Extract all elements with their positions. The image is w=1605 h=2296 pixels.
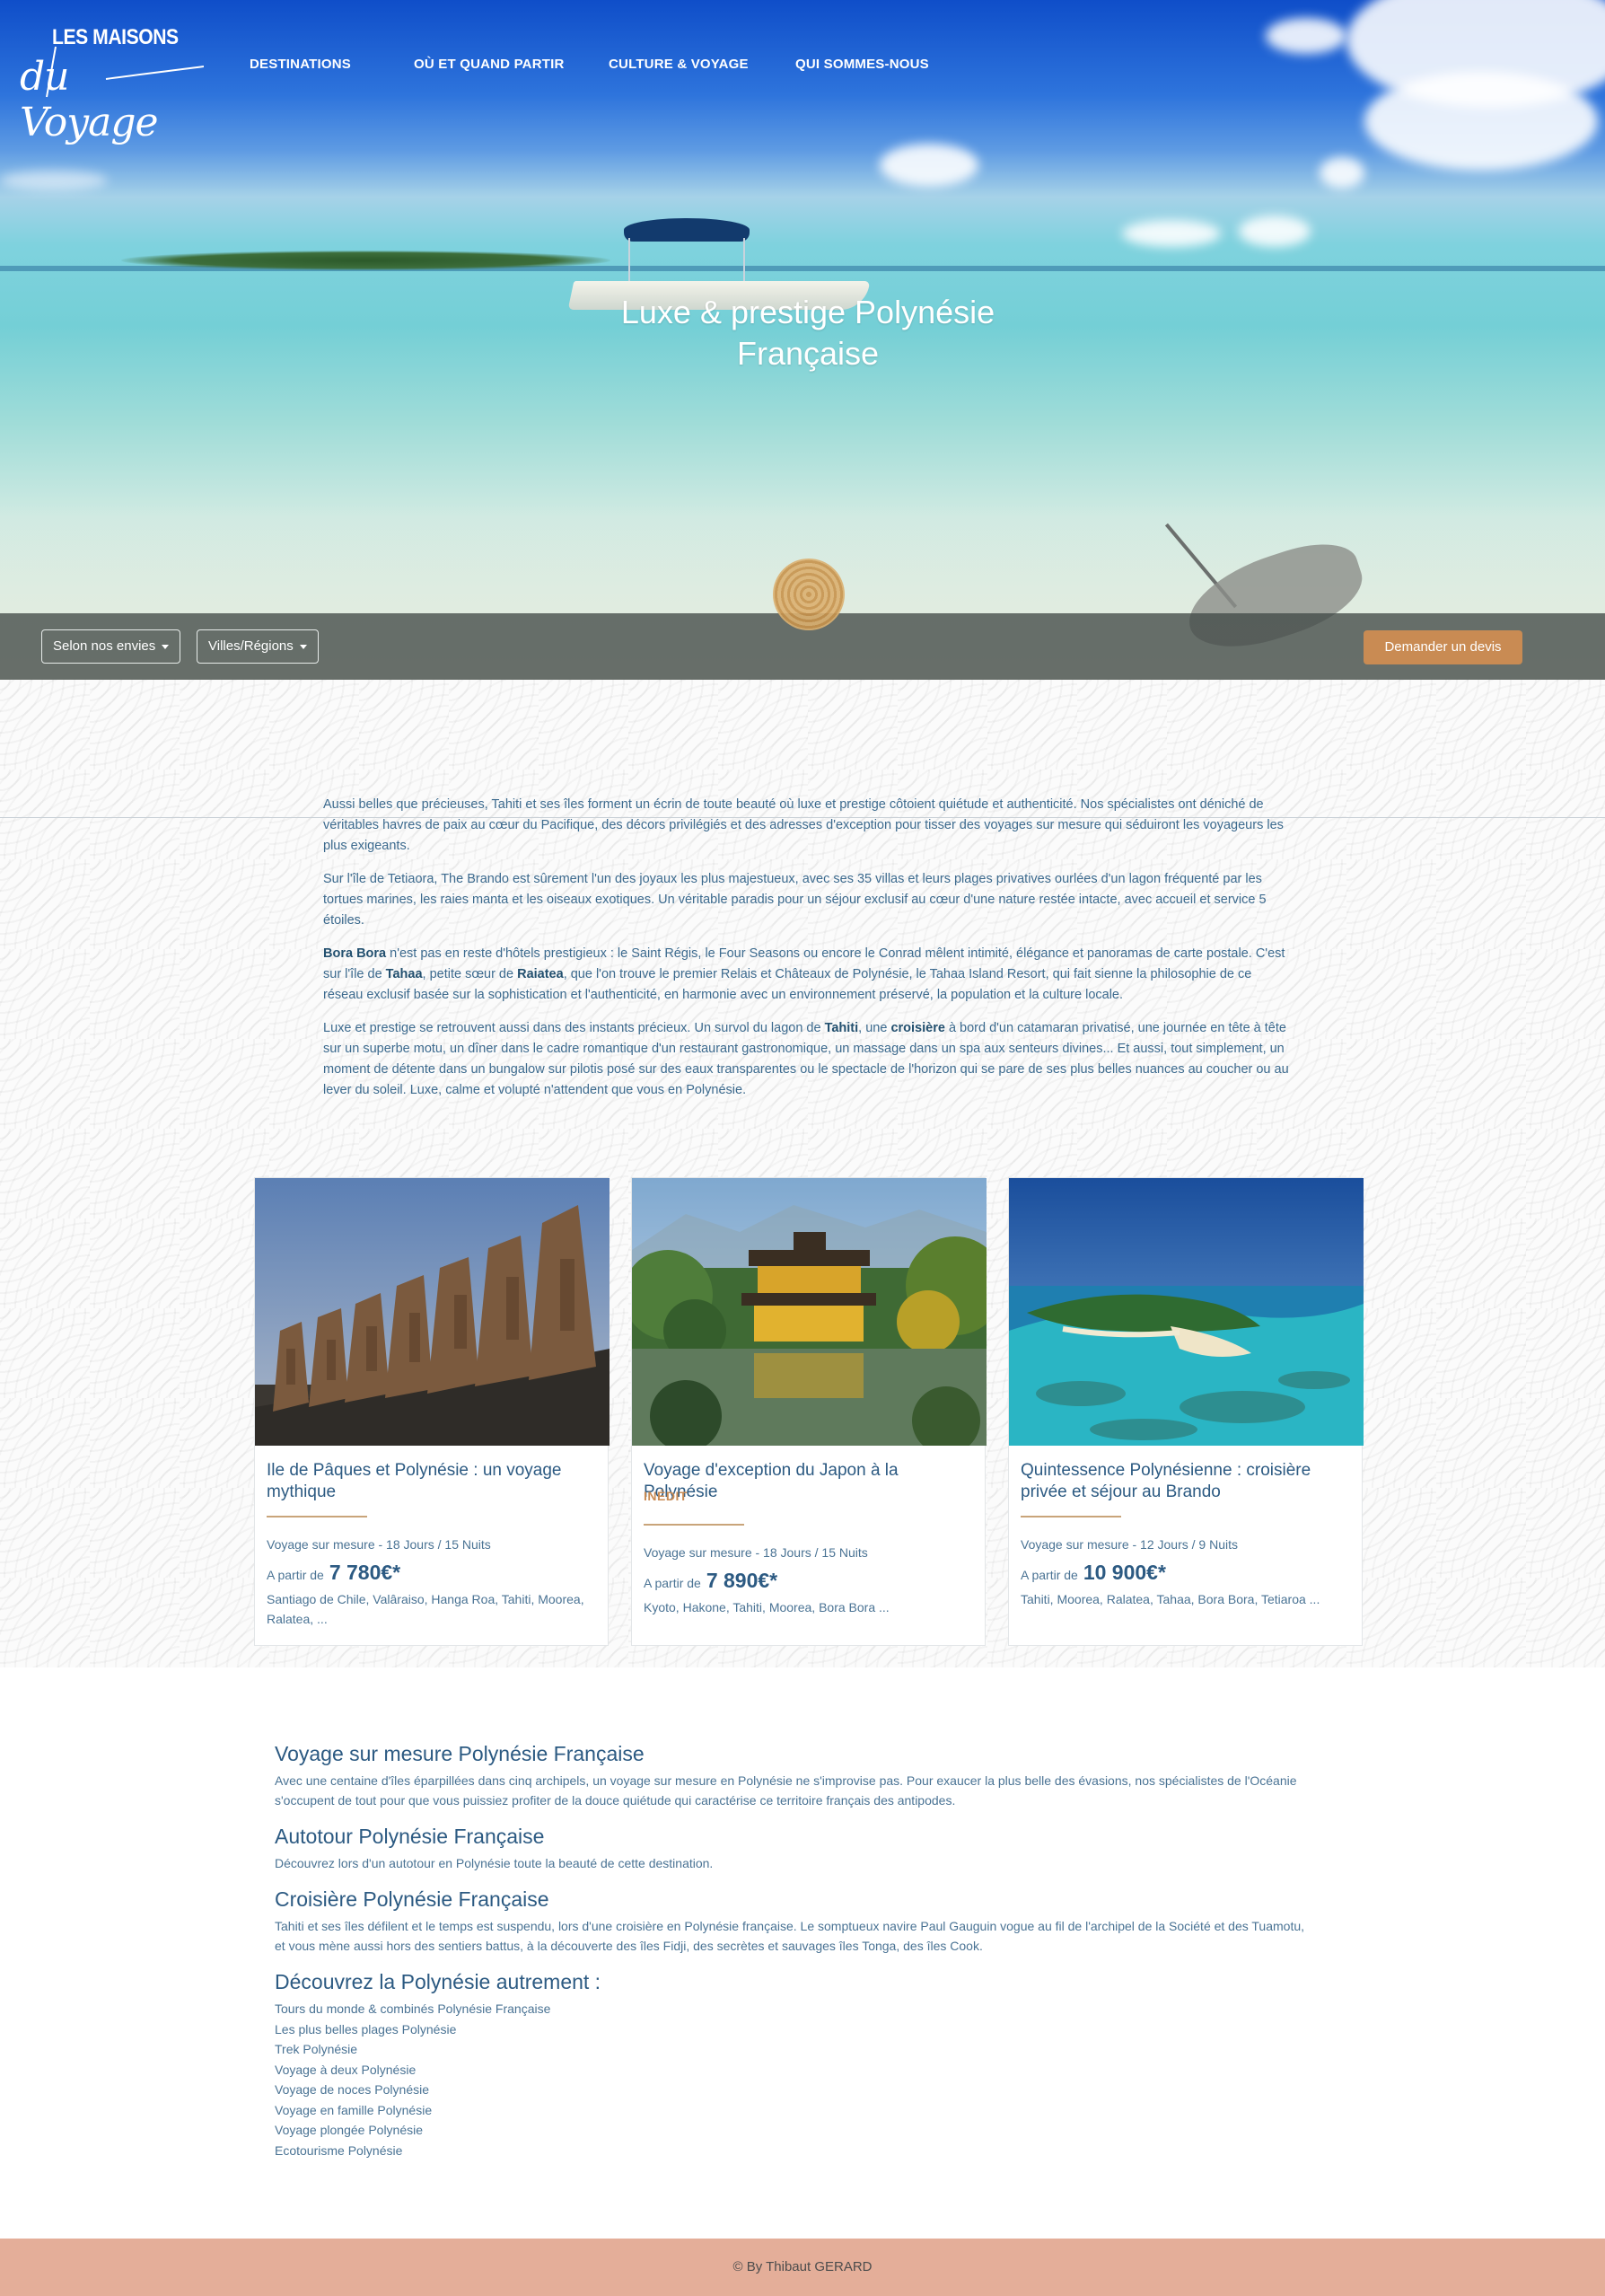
footer-credit: © By Thibaut GERARD [732, 2259, 873, 2274]
link-voyage-plongee[interactable]: Voyage plongée Polynésie [275, 2120, 1316, 2141]
text-run: , une [858, 1021, 891, 1035]
card-divider [1021, 1516, 1121, 1517]
link-ecotourisme[interactable]: Ecotourisme Polynésie [275, 2141, 1316, 2161]
card-divider [644, 1524, 744, 1526]
nav-destinations[interactable]: DESTINATIONS [250, 57, 351, 72]
cloud [1364, 72, 1598, 171]
price-amount: 10 900€* [1083, 1561, 1166, 1584]
seo-paragraph: Avec une centaine d'îles éparpillées dan… [275, 1773, 1297, 1808]
seo-section: Voyage sur mesure Polynésie Française Av… [275, 1742, 1316, 2160]
card-duration: Voyage sur mesure - 12 Jours / 9 Nuits [1021, 1537, 1238, 1552]
regions-dropdown[interactable]: Villes/Régions [197, 629, 319, 664]
card-places: Santiago de Chile, Valâraiso, Hanga Roa,… [267, 1592, 584, 1626]
card-places: Tahiti, Moorea, Ralatea, Tahaa, Bora Bor… [1021, 1592, 1320, 1606]
price-amount: 7 780€* [329, 1561, 401, 1584]
text-run: , petite sœur de [422, 967, 518, 981]
cloud [1320, 157, 1364, 189]
text-run: Luxe et prestige se retrouvent aussi dan… [323, 1021, 825, 1035]
card-duration: Voyage sur mesure - 18 Jours / 15 Nuits [267, 1537, 491, 1552]
logo-swash-icon [46, 46, 204, 98]
boat-rail [628, 238, 745, 283]
envies-dropdown-label: Selon nos envies [53, 638, 156, 654]
island [121, 251, 610, 270]
cloud [0, 171, 108, 190]
bold-tahaa: Tahaa [385, 967, 423, 981]
price-prefix: A partir de [267, 1568, 324, 1582]
nav-ou-et-quand-partir[interactable]: OÙ ET QUAND PARTIR [414, 57, 565, 72]
link-voyage-de-noces[interactable]: Voyage de noces Polynésie [275, 2080, 1316, 2100]
bold-tahiti: Tahiti [824, 1021, 859, 1035]
intro-paragraph: Bora Bora n'est pas en reste d'hôtels pr… [323, 944, 1293, 1006]
trip-card[interactable]: Ile de Pâques et Polynésie : un voyage m… [254, 1177, 610, 1646]
site-logo[interactable]: LES MAISONS du Voyage [20, 20, 204, 145]
page-title-line2: Française [736, 335, 880, 372]
cloud [1239, 216, 1311, 247]
caret-down-icon [162, 644, 170, 649]
seo-paragraph: Tahiti et ses îles défilent et le temps … [275, 1919, 1305, 1953]
envies-dropdown[interactable]: Selon nos envies [41, 629, 181, 664]
card-image-atoll[interactable] [1009, 1178, 1364, 1446]
seo-heading: Voyage sur mesure Polynésie Française [275, 1742, 645, 1765]
cloud [1122, 220, 1221, 247]
trip-card[interactable]: Voyage d'exception du Japon à la Polynés… [631, 1177, 987, 1646]
price-prefix: A partir de [644, 1576, 701, 1590]
link-trek[interactable]: Trek Polynésie [275, 2039, 1316, 2060]
card-divider [267, 1516, 367, 1517]
seo-heading: Découvrez la Polynésie autrement : [275, 1970, 601, 1993]
intro-text: Aussi belles que précieuses, Tahiti et s… [323, 795, 1293, 1113]
request-quote-button[interactable]: Demander un devis [1364, 630, 1522, 664]
bold-bora-bora: Bora Bora [323, 946, 387, 961]
price-amount: 7 890€* [706, 1569, 778, 1592]
medallion-icon [773, 559, 845, 630]
bold-croisiere: croisière [890, 1021, 945, 1035]
link-plus-belles-plages[interactable]: Les plus belles plages Polynésie [275, 2019, 1316, 2040]
card-places: Kyoto, Hakone, Tahiti, Moorea, Bora Bora… [644, 1600, 890, 1614]
card-title[interactable]: Voyage d'exception du Japon à la Polynés… [644, 1460, 976, 1503]
card-title[interactable]: Ile de Pâques et Polynésie : un voyage m… [267, 1460, 599, 1503]
intro-paragraph: Aussi belles que précieuses, Tahiti et s… [323, 797, 1284, 853]
card-price: A partir de 7 780€* [267, 1561, 400, 1585]
card-image-kyoto-temple[interactable] [632, 1178, 987, 1446]
card-duration: Voyage sur mesure - 18 Jours / 15 Nuits [644, 1545, 868, 1560]
intro-paragraph: Sur l'île de Tetiaora, The Brando est sû… [323, 872, 1267, 928]
card-image-easter-island[interactable] [255, 1178, 610, 1446]
nav-culture-voyage[interactable]: CULTURE & VOYAGE [609, 57, 749, 72]
bold-raiatea: Raiatea [517, 967, 564, 981]
seo-heading: Autotour Polynésie Française [275, 1825, 545, 1848]
cloud [1266, 18, 1346, 54]
price-prefix: A partir de [1021, 1568, 1078, 1582]
card-price: A partir de 10 900€* [1021, 1561, 1166, 1585]
regions-dropdown-label: Villes/Régions [208, 638, 294, 654]
page-title-line1: Luxe & prestige Polynésie [620, 294, 995, 330]
trip-card[interactable]: Quintessence Polynésienne : croisière pr… [1008, 1177, 1364, 1646]
hero-banner: LES MAISONS du Voyage DESTINATIONS OÙ ET… [0, 0, 1605, 680]
card-title[interactable]: Quintessence Polynésienne : croisière pr… [1021, 1460, 1353, 1503]
cloud [880, 144, 978, 187]
seo-paragraph: Découvrez lors d'un autotour en Polynési… [275, 1856, 714, 1870]
card-badge-new: INÉDIT [644, 1489, 688, 1503]
card-price: A partir de 7 890€* [644, 1569, 777, 1593]
page-title: Luxe & prestige Polynésie Française [539, 292, 1077, 374]
seo-links: Tours du monde & combinés Polynésie Fran… [275, 1999, 1316, 2160]
seo-heading: Croisière Polynésie Française [275, 1887, 549, 1911]
footer: © By Thibaut GERARD [0, 2239, 1605, 2296]
link-voyage-a-deux[interactable]: Voyage à deux Polynésie [275, 2060, 1316, 2080]
link-voyage-en-famille[interactable]: Voyage en famille Polynésie [275, 2100, 1316, 2121]
nav-qui-sommes-nous[interactable]: QUI SOMMES-NOUS [795, 57, 929, 72]
caret-down-icon [299, 644, 307, 649]
intro-paragraph: Luxe et prestige se retrouvent aussi dan… [323, 1018, 1293, 1101]
link-tours-du-monde[interactable]: Tours du monde & combinés Polynésie Fran… [275, 1999, 1316, 2019]
